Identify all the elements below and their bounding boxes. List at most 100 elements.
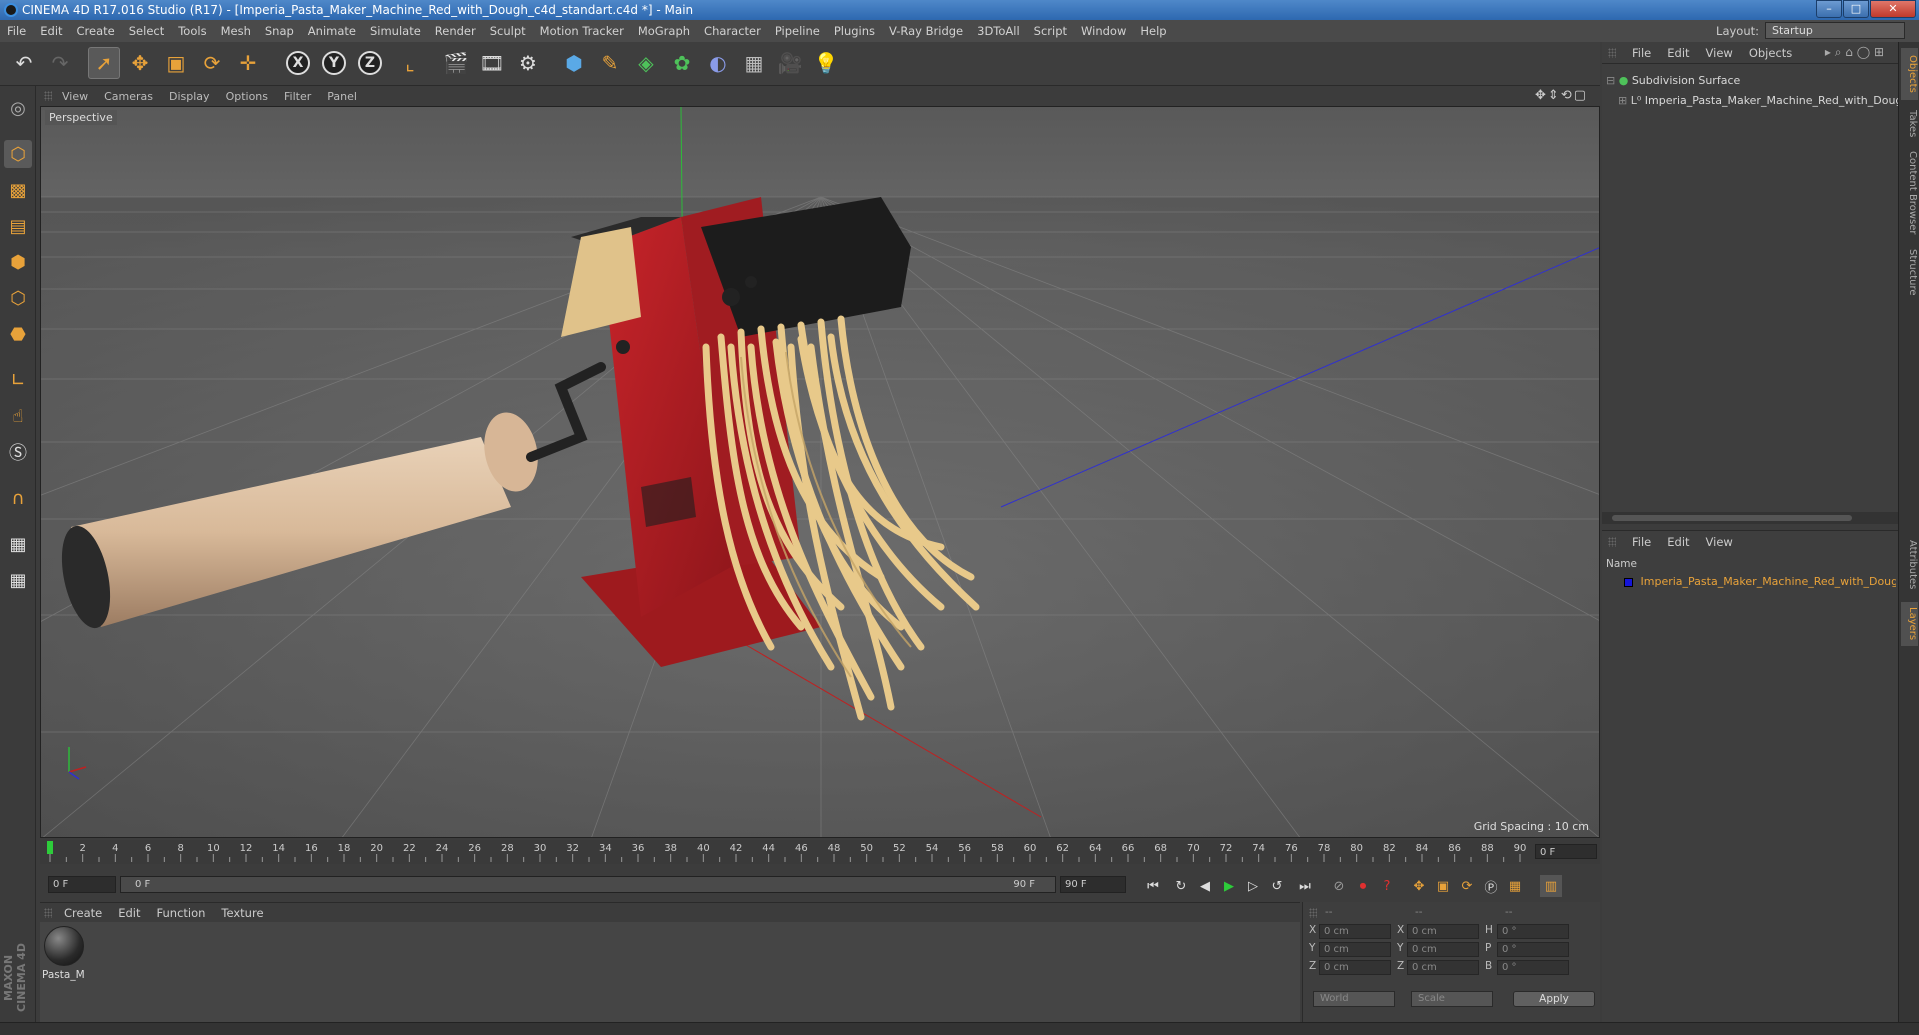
apply-button[interactable]: Apply [1513, 991, 1595, 1007]
size-mode-select[interactable]: Scale [1411, 991, 1493, 1007]
timeline-window-icon[interactable]: ▥ [1540, 875, 1562, 897]
menu-motion-tracker[interactable]: Motion Tracker [533, 24, 631, 38]
viewport-menu-cameras[interactable]: Cameras [96, 90, 161, 103]
expand-icon[interactable]: ⊞ [1618, 94, 1627, 107]
menu-pipeline[interactable]: Pipeline [768, 24, 827, 38]
viewport-menu-view[interactable]: View [54, 90, 96, 103]
menu-create[interactable]: Create [70, 24, 122, 38]
rotate-tool-icon[interactable]: ⟳ [196, 47, 228, 79]
x-axis-lock[interactable]: X [282, 47, 314, 79]
key-position-icon[interactable]: ✥ [1408, 875, 1430, 897]
menu-3dtoall[interactable]: 3DToAll [970, 24, 1027, 38]
menu-window[interactable]: Window [1074, 24, 1133, 38]
material-menu-texture[interactable]: Texture [213, 906, 271, 920]
model-mode-icon[interactable]: ⬡ [4, 140, 32, 168]
size-x-field[interactable]: 0 cm [1407, 924, 1479, 939]
polygons-mode-icon[interactable]: ⬣ [4, 320, 32, 348]
render-view-icon[interactable]: 🎬 [440, 47, 472, 79]
go-to-start-icon[interactable]: ⏮ [1142, 875, 1164, 897]
key-pla-icon[interactable]: ▦ [1504, 875, 1526, 897]
menu-edit[interactable]: Edit [33, 24, 69, 38]
viewport-menu-panel[interactable]: Panel [319, 90, 365, 103]
play-icon[interactable]: ▶ [1218, 875, 1240, 897]
object-manager-tool-icons[interactable]: ▸ ⌕ ⌂ ◯ ⊞ [1817, 45, 1892, 60]
key-rotation-icon[interactable]: ⟳ [1456, 875, 1478, 897]
workplane-icon[interactable]: ▤ [4, 212, 32, 240]
tab-structure[interactable]: Structure [1901, 242, 1918, 302]
drag-handle-icon[interactable] [1608, 537, 1616, 547]
object-menu-file[interactable]: File [1624, 46, 1659, 60]
rot-p-field[interactable]: 0 ° [1497, 942, 1569, 957]
layer-menu-edit[interactable]: Edit [1659, 535, 1697, 549]
menu-snap[interactable]: Snap [258, 24, 301, 38]
viewport-menu-filter[interactable]: Filter [276, 90, 319, 103]
camera-icon[interactable]: 🎥 [774, 47, 806, 79]
material-menu-function[interactable]: Function [149, 906, 214, 920]
points-mode-icon[interactable]: ⬢ [4, 248, 32, 276]
object-menu-edit[interactable]: Edit [1659, 46, 1697, 60]
menu-sculpt[interactable]: Sculpt [483, 24, 533, 38]
playhead[interactable] [47, 841, 53, 854]
scale-tool-icon[interactable]: ▣ [160, 47, 192, 79]
pos-z-field[interactable]: 0 cm [1319, 960, 1391, 975]
menu-character[interactable]: Character [697, 24, 768, 38]
minimize-button[interactable]: – [1816, 0, 1842, 18]
object-menu-view[interactable]: View [1698, 46, 1741, 60]
previous-frame-icon[interactable]: ◀ [1194, 875, 1216, 897]
coordinate-space-select[interactable]: World [1313, 991, 1395, 1007]
tab-content-browser[interactable]: Content Browser [1901, 148, 1918, 238]
menu-script[interactable]: Script [1027, 24, 1074, 38]
light-icon[interactable]: 💡 [810, 47, 842, 79]
material-menu-create[interactable]: Create [56, 906, 110, 920]
menu-mograph[interactable]: MoGraph [631, 24, 697, 38]
cube-primitive-icon[interactable]: ⬢ [558, 47, 590, 79]
object-manager-scrollbar[interactable] [1602, 512, 1898, 524]
recent-tool-icon[interactable]: ✛ [232, 47, 264, 79]
maximize-button[interactable]: □ [1843, 0, 1869, 18]
key-parameter-icon[interactable]: Ⓟ [1480, 875, 1502, 897]
undo-icon[interactable]: ↶ [8, 47, 40, 79]
key-scale-icon[interactable]: ▣ [1432, 875, 1454, 897]
redo-icon[interactable]: ↷ [44, 47, 76, 79]
previous-key-icon[interactable]: ↻ [1170, 875, 1192, 897]
layer-menu-view[interactable]: View [1698, 535, 1741, 549]
size-y-field[interactable]: 0 cm [1407, 942, 1479, 957]
lock-workplane-icon[interactable]: ▦ [4, 530, 32, 558]
timeline-ruler[interactable]: 0246810121416182022242628303234363840424… [40, 840, 1600, 864]
coordinate-system-icon[interactable]: ⌞ [394, 47, 426, 79]
edges-mode-icon[interactable]: ⬡ [4, 284, 32, 312]
pos-x-field[interactable]: 0 cm [1319, 924, 1391, 939]
magnet-icon[interactable]: ∩ [4, 484, 32, 512]
spline-pen-icon[interactable]: ✎ [594, 47, 626, 79]
menu-help[interactable]: Help [1133, 24, 1173, 38]
viewport-navigation-icons[interactable]: ✥⇕⟲▢ [1535, 88, 1588, 103]
tab-layers[interactable]: Layers [1901, 602, 1918, 646]
pos-y-field[interactable]: 0 cm [1319, 942, 1391, 957]
next-key-icon[interactable]: ↺ [1266, 875, 1288, 897]
make-editable-icon[interactable]: ◎ [4, 94, 32, 122]
select-tool-icon[interactable]: ➚ [88, 47, 120, 79]
menu-file[interactable]: File [0, 24, 33, 38]
scrollbar-thumb[interactable] [1612, 515, 1852, 521]
drag-handle-icon[interactable] [1608, 48, 1616, 58]
object-row[interactable]: ⊞ L⁰ Imperia_Pasta_Maker_Machine_Red_wit… [1602, 92, 1898, 110]
material-menu-edit[interactable]: Edit [110, 906, 148, 920]
current-frame-field[interactable]: 0 F [1535, 844, 1597, 859]
drag-handle-icon[interactable] [44, 91, 52, 101]
viewport-menu-options[interactable]: Options [218, 90, 276, 103]
menu-tools[interactable]: Tools [171, 24, 213, 38]
tab-attributes[interactable]: Attributes [1901, 532, 1918, 598]
cloner-icon[interactable]: ✿ [666, 47, 698, 79]
perspective-viewport[interactable]: Perspective Grid Spacing : 10 cm [40, 106, 1600, 838]
menu-simulate[interactable]: Simulate [363, 24, 428, 38]
close-button[interactable]: ✕ [1870, 0, 1916, 18]
planar-workplane-icon[interactable]: ▦ [4, 566, 32, 594]
deformer-icon[interactable]: ◐ [702, 47, 734, 79]
layer-color-swatch[interactable] [1624, 577, 1633, 587]
menu-mesh[interactable]: Mesh [214, 24, 258, 38]
y-axis-lock[interactable]: Y [318, 47, 350, 79]
layer-menu-file[interactable]: File [1624, 535, 1659, 549]
rot-b-field[interactable]: 0 ° [1497, 960, 1569, 975]
texture-mode-icon[interactable]: ▩ [4, 176, 32, 204]
layer-row[interactable]: Imperia_Pasta_Maker_Machine_Red_with_Dou… [1606, 574, 1896, 590]
